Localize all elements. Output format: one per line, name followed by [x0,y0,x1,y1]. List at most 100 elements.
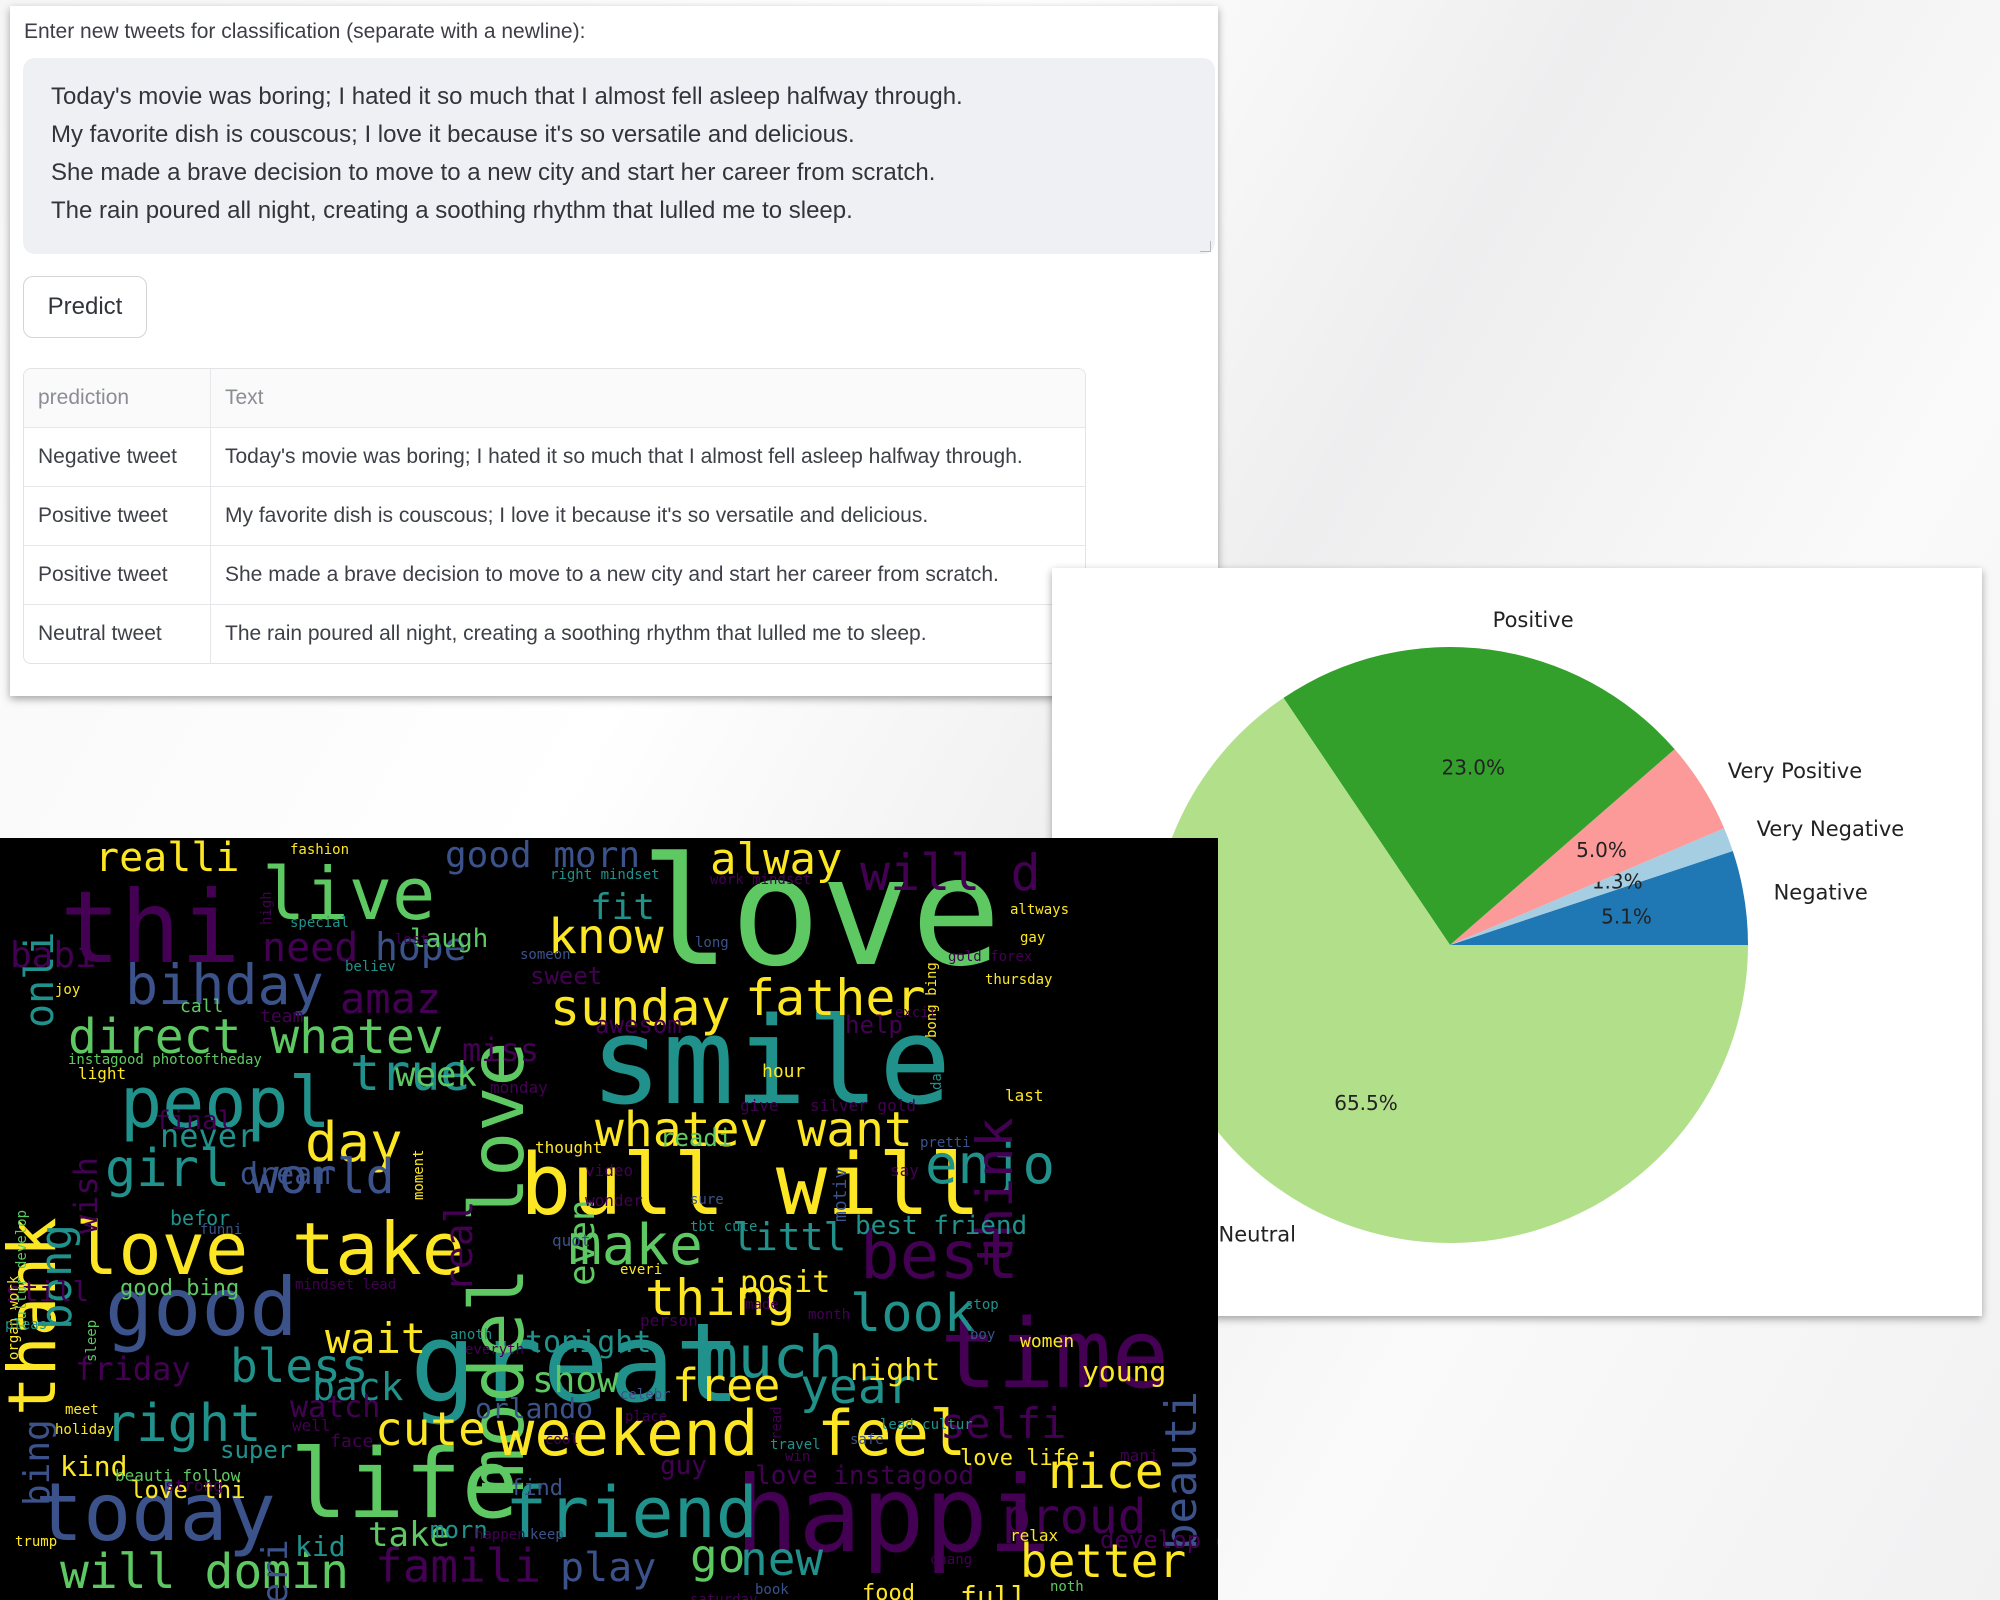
word-cloud-word: altways [1010,902,1070,918]
word-cloud-word: new [740,1532,824,1586]
word-cloud-word: made [745,1297,779,1313]
word-cloud-word: night [850,1353,941,1388]
word-cloud-word: month [808,1307,851,1323]
table-row: Positive tweet She made a brave decision… [24,546,1085,605]
word-cloud-word: everyth [465,1342,525,1358]
prediction-cell[interactable]: Positive tweet [24,487,211,546]
word-cloud-word: play [560,1545,657,1591]
word-cloud-word: trump [15,1534,58,1550]
word-cloud-word: relax [1010,1526,1059,1545]
word-cloud-word: moment [411,1149,427,1200]
word-cloud-word: wait [325,1314,427,1363]
word-cloud-word: sure [690,1192,724,1208]
word-cloud-word: dream [240,1157,331,1192]
word-cloud-word: readi [660,1124,733,1152]
word-cloud-word: believ [345,959,396,975]
word-cloud-word: meet [65,1402,99,1418]
word-cloud-word: motiv [830,1167,851,1222]
word-cloud-word: fit [590,887,656,928]
word-cloud-word: final [155,1106,234,1136]
word-cloud-word: need [262,925,359,971]
word-cloud-word: will d [860,844,1041,902]
word-cloud-word: mindset lead [295,1277,397,1293]
text-cell[interactable]: Today's movie was boring; I hated it so … [211,428,1085,487]
column-header-prediction[interactable]: prediction [24,369,211,428]
word-cloud-word: video [585,1161,634,1180]
word-cloud-word: good bing [120,1276,240,1301]
word-cloud: love smile great happi life time bull will toda… [0,838,1218,1600]
word-cloud-word: love take [75,1207,466,1291]
word-cloud-word: women [1020,1331,1075,1352]
word-cloud-word: call [180,996,224,1017]
resize-grip-icon[interactable] [1200,241,1211,252]
word-cloud-word: super [220,1436,293,1464]
word-cloud-word: gold forex [948,949,1033,965]
pie-percent-label: 5.1% [1601,904,1652,928]
word-cloud-word: long [695,935,729,951]
word-cloud-word: face [330,1431,374,1452]
pie-percent-label: 65.5% [1334,1091,1398,1115]
pie-percent-label: 5.0% [1576,838,1627,862]
word-cloud-word: special [290,915,350,931]
word-cloud-word: well [292,1416,331,1435]
word-cloud-word: cultur develop [14,1209,30,1328]
tweets-textarea[interactable]: Today's movie was boring; I hated it so … [23,58,1215,254]
word-cloud-word: right mindset [550,867,660,883]
tweet-input-line: My favorite dish is couscous; I love it … [51,121,855,148]
prediction-cell[interactable]: Neutral tweet [24,605,211,663]
word-cloud-word: sleep [84,1319,100,1362]
word-cloud-word: work mindset [710,872,812,888]
word-cloud-word: find [510,1476,563,1501]
word-cloud-word: love life [960,1446,1080,1471]
word-cloud-word: realli [95,838,240,881]
word-cloud-word: danc [929,1056,945,1090]
word-cloud-word: high [259,891,275,925]
word-cloud-word: book [755,1582,789,1598]
word-cloud-word: boy [970,1327,996,1343]
word-cloud-word: cute [375,1402,486,1456]
word-cloud-word: team [260,1006,304,1027]
tweet-input-line: She made a brave decision to move to a n… [51,159,936,186]
word-cloud-word: go [690,1529,746,1583]
word-cloud-word: silver gold [810,1096,916,1115]
word-cloud-word: noth [1050,1579,1084,1595]
word-cloud-word: onli [17,931,63,1028]
word-cloud-word: place [625,1409,668,1425]
word-cloud-word: everi [620,1262,663,1278]
word-cloud-word: saturday [690,1592,758,1600]
word-cloud-word: read [769,1406,785,1440]
word-cloud-word: full [960,1580,1028,1600]
word-cloud-word: safe [850,1432,884,1448]
word-cloud-word: develop organ [1100,1526,1218,1554]
pie-category-label: Very Positive [1728,759,1862,783]
word-cloud-word: quot [552,1231,591,1250]
tweet-input-line: The rain poured all night, creating a so… [51,197,853,224]
text-cell[interactable]: She made a brave decision to move to a n… [211,546,1085,605]
word-cloud-word: tonight [525,1325,652,1360]
word-cloud-word: anoth [450,1327,493,1343]
word-cloud-word: love instagood [755,1461,975,1491]
table-row: Neutral tweet The rain poured all night,… [24,605,1085,663]
word-cloud-word: person [640,1311,698,1330]
word-cloud-word: thursday [985,972,1053,988]
table-header-row: prediction Text [24,369,1085,428]
prediction-cell[interactable]: Positive tweet [24,546,211,605]
word-cloud-word: keep [530,1527,564,1543]
column-header-text[interactable]: Text [211,369,1085,428]
text-cell[interactable]: The rain poured all night, creating a so… [211,605,1085,663]
predict-button[interactable]: Predict [23,276,147,338]
prediction-cell[interactable]: Negative tweet [24,428,211,487]
word-cloud-word: last [1005,1086,1044,1105]
text-cell[interactable]: My favorite dish is couscous; I love it … [211,487,1085,546]
tweet-classifier-panel: Enter new tweets for classification (sep… [10,6,1218,696]
word-cloud-word: gay [1020,930,1046,946]
word-cloud-word: mani [1120,1446,1159,1465]
word-cloud-word: celebr [620,1387,671,1403]
word-cloud-word: holiday [55,1422,115,1438]
table-row: Negative tweet Today's movie was boring;… [24,428,1085,487]
word-cloud-word: posit [740,1265,831,1300]
word-cloud-word: lead cultur [880,1417,973,1433]
pie-category-label: Positive [1493,608,1574,632]
word-cloud-word: guy [660,1451,707,1481]
word-cloud-word: say [890,1161,919,1180]
